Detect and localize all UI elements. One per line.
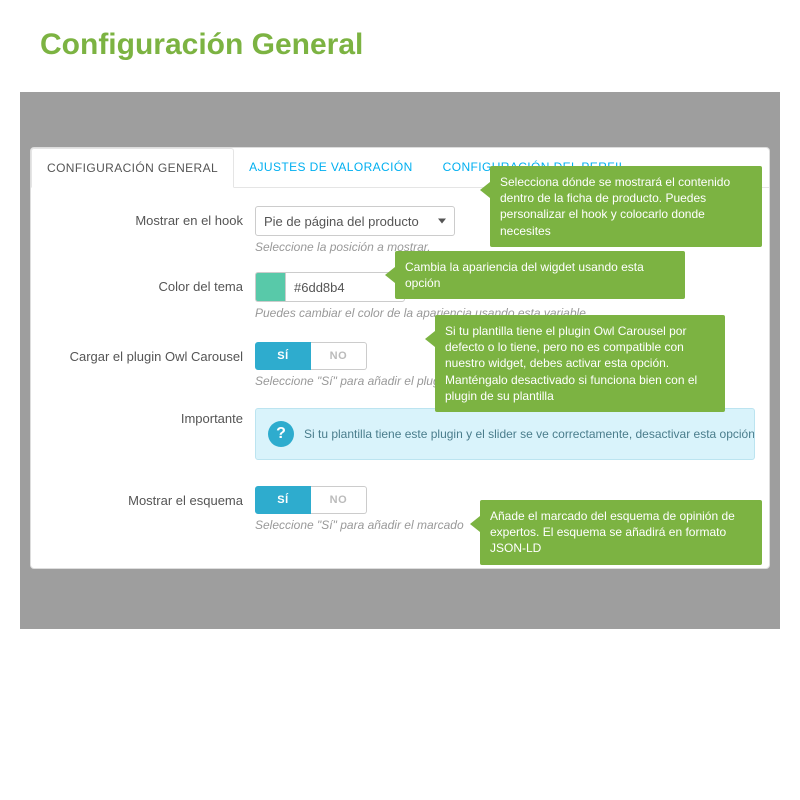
label-hook: Mostrar en el hook <box>45 206 255 228</box>
alert-important: ? Si tu plantilla tiene este plugin y el… <box>255 408 755 460</box>
color-swatch[interactable] <box>255 272 285 302</box>
hook-select-value: Pie de página del producto <box>264 214 419 229</box>
tab-general[interactable]: CONFIGURACIÓN GENERAL <box>31 148 234 188</box>
owl-toggle-no[interactable]: NO <box>311 342 367 370</box>
row-important: Importante ? Si tu plantilla tiene este … <box>45 404 755 460</box>
alert-important-text: Si tu plantilla tiene este plugin y el s… <box>304 427 755 441</box>
callout-owl: Si tu plantilla tiene el plugin Owl Caro… <box>435 315 725 412</box>
schema-toggle[interactable]: SÍ NO <box>255 486 367 514</box>
page-title: Configuración General <box>0 0 800 74</box>
hook-select[interactable]: Pie de página del producto <box>255 206 455 236</box>
label-owl: Cargar el plugin Owl Carousel <box>45 342 255 364</box>
question-icon: ? <box>268 421 294 447</box>
label-theme-color: Color del tema <box>45 272 255 294</box>
schema-toggle-yes[interactable]: SÍ <box>255 486 311 514</box>
callout-hook: Selecciona dónde se mostrará el contenid… <box>490 166 762 247</box>
callout-schema: Añade el marcado del esquema de opinión … <box>480 500 762 565</box>
chevron-down-icon <box>438 219 446 224</box>
label-schema: Mostrar el esquema <box>45 486 255 508</box>
schema-toggle-no[interactable]: NO <box>311 486 367 514</box>
owl-toggle[interactable]: SÍ NO <box>255 342 367 370</box>
label-important: Importante <box>45 404 255 426</box>
callout-theme-color: Cambia la apariencia del wigdet usando e… <box>395 251 685 299</box>
owl-toggle-yes[interactable]: SÍ <box>255 342 311 370</box>
tab-ratings[interactable]: AJUSTES DE VALORACIÓN <box>234 148 428 187</box>
